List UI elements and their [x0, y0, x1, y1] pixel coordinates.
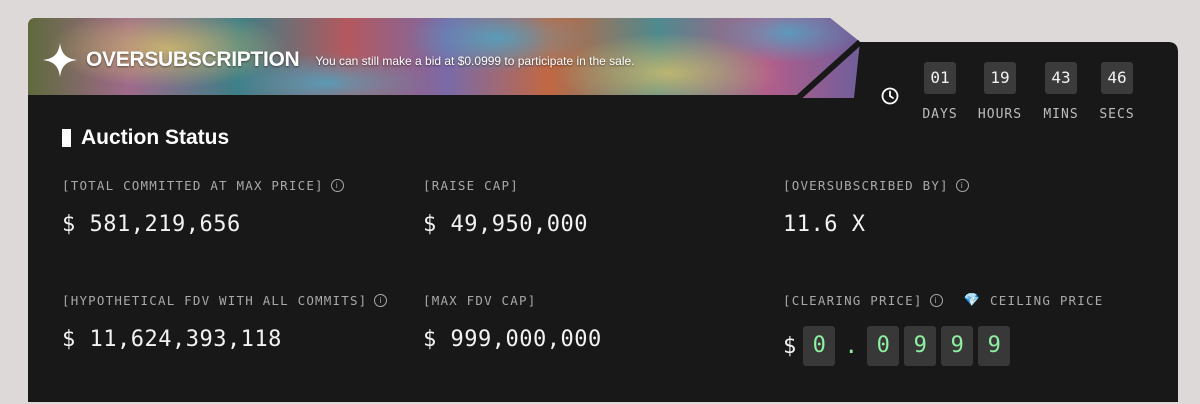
max-fdv-cap-label-text: [MAX FDV CAP] — [423, 293, 537, 308]
raise-cap-value: $ 49,950,000 — [423, 212, 588, 237]
price-digit: 9 — [978, 326, 1011, 366]
max-fdv-cap-label: [MAX FDV CAP] — [423, 293, 536, 308]
title-accent-bar — [62, 129, 71, 147]
info-icon[interactable]: i — [929, 294, 943, 307]
currency-symbol: $ — [783, 333, 797, 359]
oversubscribed-value: 11.6 X — [783, 212, 866, 237]
clock-icon — [881, 87, 899, 105]
countdown-days-value: 01 — [924, 62, 956, 94]
oversubscription-banner: OVERSUBSCRIPTION You can still make a bi… — [42, 40, 635, 80]
countdown-secs: 46 SECS — [1092, 62, 1142, 122]
ceiling-price-label: CEILING PRICE — [990, 293, 1104, 308]
hypothetical-fdv-label: [HYPOTHETICAL FDV WITH ALL COMMITS] i — [62, 293, 388, 308]
countdown-secs-value: 46 — [1101, 62, 1133, 94]
countdown-secs-label: SECS — [1099, 107, 1135, 122]
countdown-mins: 43 MINS — [1036, 62, 1086, 122]
oversubscribed-label-text: [OVERSUBSCRIBED BY] — [783, 178, 949, 193]
hypothetical-fdv-value: $ 11,624,393,118 — [62, 327, 282, 352]
info-icon[interactable]: i — [330, 179, 344, 192]
clearing-price-value: $ 0 . 0 9 9 9 — [783, 326, 1011, 366]
total-committed-value: $ 581,219,656 — [62, 212, 241, 237]
price-digit: 0 — [867, 326, 900, 366]
countdown-days-label: DAYS — [922, 107, 958, 122]
banner-title: OVERSUBSCRIPTION — [86, 48, 300, 71]
raise-cap-label: [RAISE CAP] — [423, 178, 519, 193]
total-committed-label-text: [TOTAL COMMITTED AT MAX PRICE] — [62, 178, 324, 193]
countdown-hours-label: HOURS — [977, 107, 1023, 122]
countdown-mins-label: MINS — [1043, 107, 1079, 122]
countdown-days: 01 DAYS — [915, 62, 965, 122]
banner-subtitle: You can still make a bid at $0.0999 to p… — [315, 54, 635, 68]
clearing-price-label-text: [CLEARING PRICE] — [783, 293, 923, 308]
countdown-mins-value: 43 — [1045, 62, 1077, 94]
countdown-hours: 19 HOURS — [975, 62, 1025, 122]
auction-status-title: Auction Status — [81, 126, 230, 149]
info-icon[interactable]: i — [374, 294, 388, 307]
price-decimal-point: . — [844, 333, 858, 359]
info-icon[interactable]: i — [955, 179, 969, 192]
total-committed-label: [TOTAL COMMITTED AT MAX PRICE] i — [62, 178, 344, 193]
price-digit: 9 — [904, 326, 937, 366]
countdown-hours-value: 19 — [984, 62, 1016, 94]
oversubscribed-label: [OVERSUBSCRIBED BY] i — [783, 178, 969, 193]
price-digit: 9 — [941, 326, 974, 366]
raise-cap-label-text: [RAISE CAP] — [423, 178, 519, 193]
diamond-icon: 💎 — [963, 293, 982, 308]
sparkle-icon — [43, 43, 77, 77]
max-fdv-cap-value: $ 999,000,000 — [423, 327, 602, 352]
price-digit: 0 — [803, 326, 836, 366]
clearing-price-label: [CLEARING PRICE] i 💎 CEILING PRICE — [783, 293, 1103, 308]
hypothetical-fdv-label-text: [HYPOTHETICAL FDV WITH ALL COMMITS] — [62, 293, 368, 308]
section-title: Auction Status — [62, 126, 229, 150]
